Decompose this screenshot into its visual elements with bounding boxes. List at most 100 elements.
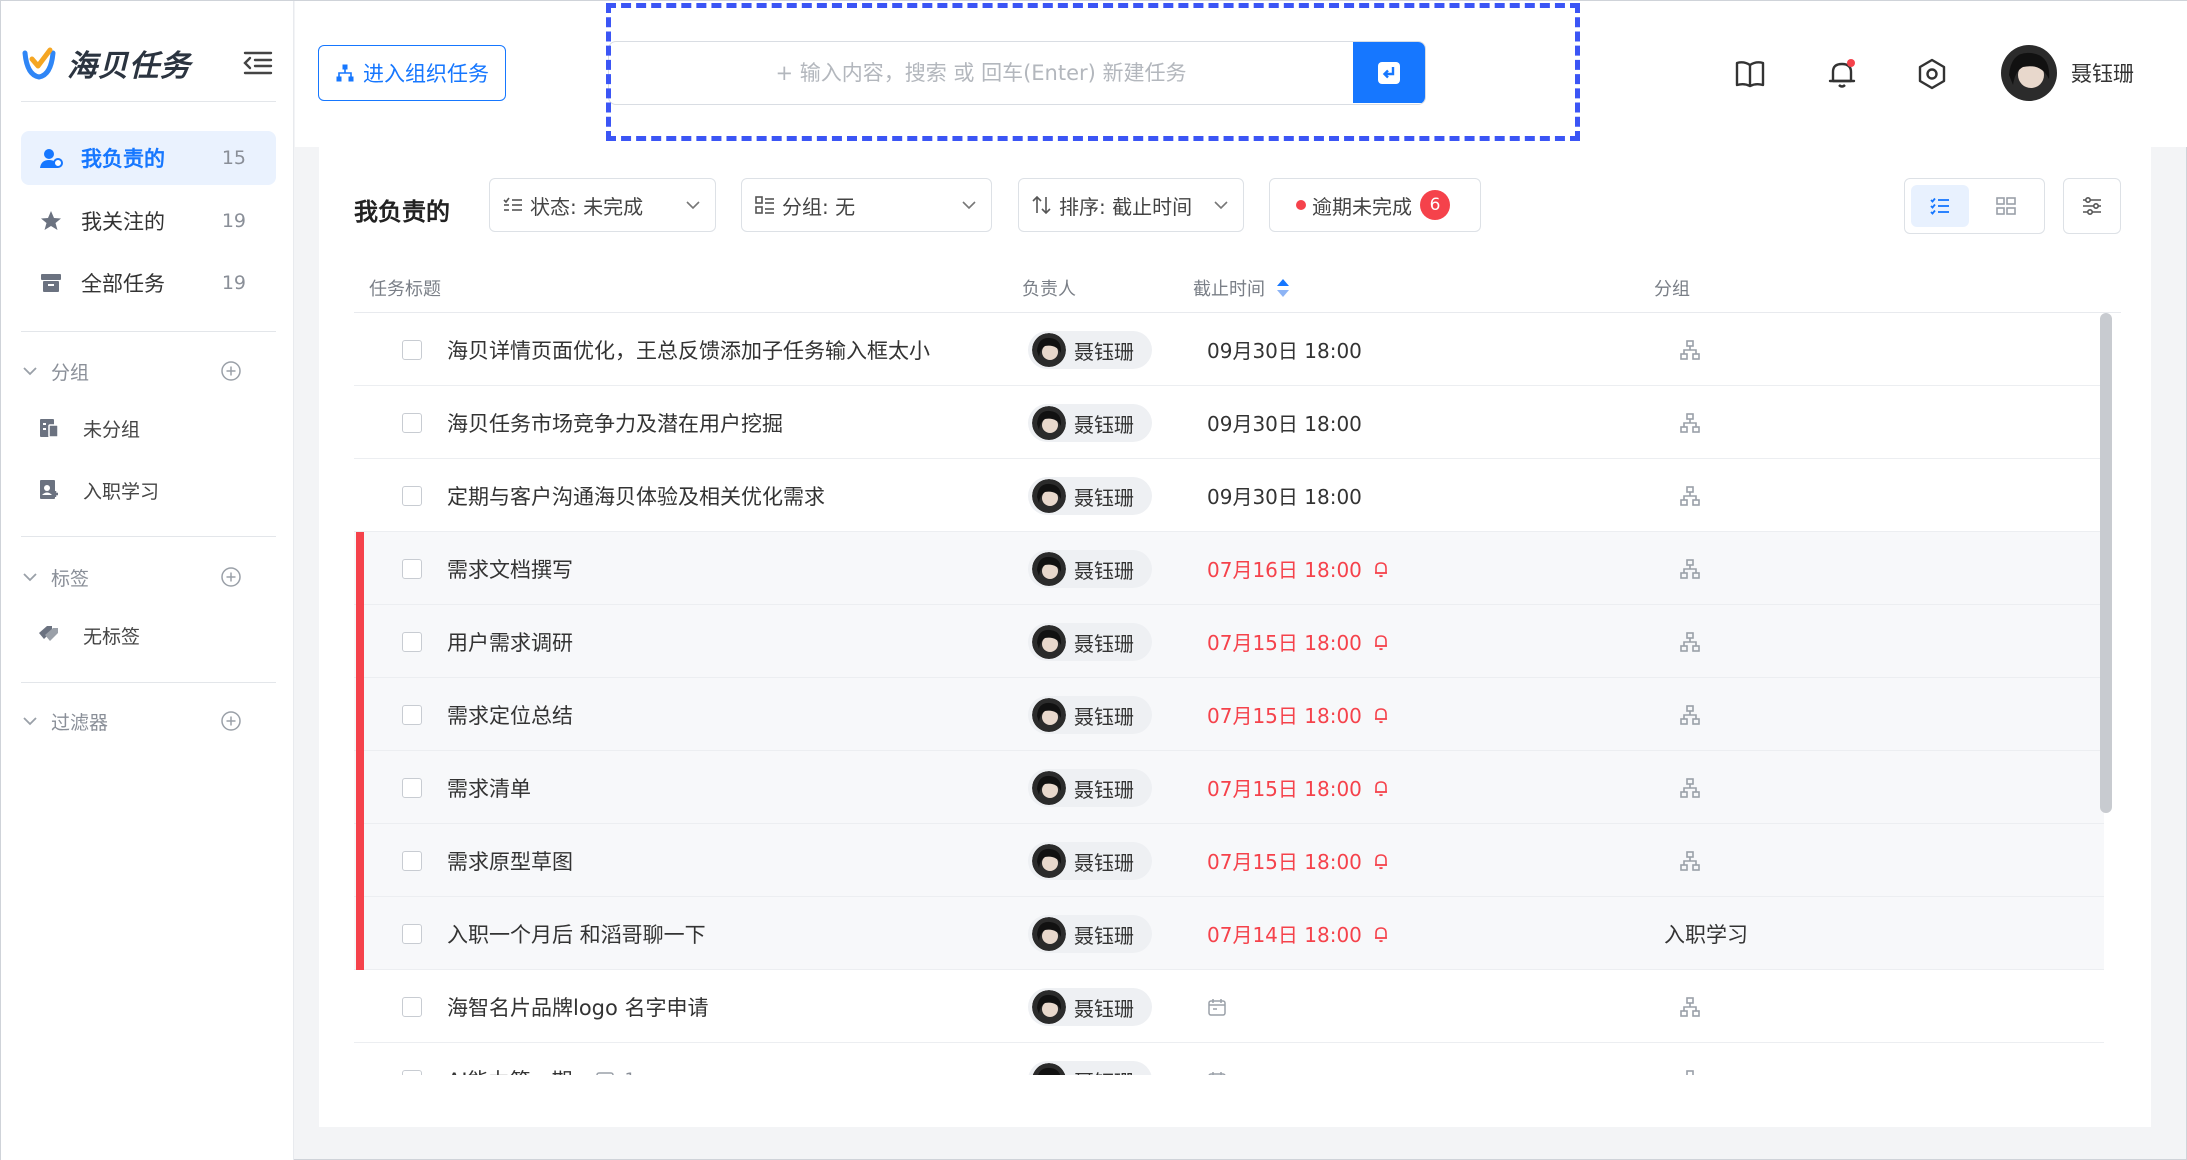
nav-my-responsible[interactable]: 我负责的 15 bbox=[21, 131, 276, 185]
due-date[interactable]: 09月30日 18:00 bbox=[1207, 313, 1362, 386]
bell-notification-icon[interactable] bbox=[1825, 57, 1859, 91]
owner-chip[interactable]: 聂钰珊 bbox=[1028, 1061, 1152, 1075]
task-title[interactable]: 需求原型草图 bbox=[447, 824, 573, 897]
task-title[interactable]: 定期与客户沟通海贝体验及相关优化需求 bbox=[447, 459, 825, 532]
search-input[interactable] bbox=[609, 42, 1353, 103]
table-row[interactable]: 需求文档撰写 聂钰珊 07月16日 18:00 bbox=[354, 532, 2104, 605]
create-task-button[interactable] bbox=[1353, 42, 1425, 103]
table-row[interactable]: 需求原型草图 聂钰珊 07月15日 18:00 bbox=[354, 824, 2104, 897]
task-title[interactable]: 用户需求调研 bbox=[447, 605, 573, 678]
task-title[interactable]: 需求文档撰写 bbox=[447, 532, 573, 605]
user-profile[interactable]: 聂钰珊 bbox=[2001, 45, 2134, 101]
group-item-onboarding[interactable]: 入职学习 bbox=[37, 470, 257, 510]
task-checkbox[interactable] bbox=[402, 632, 422, 652]
task-group[interactable] bbox=[1664, 459, 1702, 532]
task-title[interactable]: 海贝任务市场竞争力及潜在用户挖掘 bbox=[447, 386, 783, 459]
owner-chip[interactable]: 聂钰珊 bbox=[1028, 404, 1152, 442]
table-row[interactable]: 需求定位总结 聂钰珊 07月15日 18:00 bbox=[354, 678, 2104, 751]
section-groups[interactable]: 分组 bbox=[21, 353, 276, 389]
task-checkbox[interactable] bbox=[402, 997, 422, 1017]
table-row[interactable]: AI能力第一期 1 聂钰珊 bbox=[354, 1043, 2104, 1075]
task-checkbox[interactable] bbox=[402, 413, 422, 433]
collapse-sidebar-icon[interactable] bbox=[241, 47, 275, 77]
owner-chip[interactable]: 聂钰珊 bbox=[1028, 623, 1152, 661]
task-checkbox[interactable] bbox=[402, 705, 422, 725]
table-row[interactable]: 入职一个月后 和滔哥聊一下 聂钰珊 07月14日 18:00 入职学习 bbox=[354, 897, 2104, 970]
due-date[interactable]: 07月16日 18:00 bbox=[1207, 532, 1390, 605]
task-checkbox[interactable] bbox=[402, 1070, 422, 1075]
owner-chip[interactable]: 聂钰珊 bbox=[1028, 988, 1152, 1026]
section-filters[interactable]: 过滤器 bbox=[21, 703, 276, 739]
task-group[interactable] bbox=[1664, 970, 1702, 1043]
enter-org-tasks-button[interactable]: 进入组织任务 bbox=[318, 45, 506, 101]
task-checkbox[interactable] bbox=[402, 851, 422, 871]
nav-followed[interactable]: 我关注的 19 bbox=[21, 194, 276, 248]
owner-chip[interactable]: 聂钰珊 bbox=[1028, 550, 1152, 588]
board-view-button[interactable] bbox=[1977, 185, 2035, 227]
add-group-icon[interactable] bbox=[220, 360, 242, 382]
task-title[interactable]: 海智名片品牌logo 名字申请 bbox=[447, 970, 709, 1043]
table-row[interactable]: 需求清单 聂钰珊 07月15日 18:00 bbox=[354, 751, 2104, 824]
due-date-text: 09月30日 18:00 bbox=[1207, 412, 1362, 436]
group-item-ungrouped[interactable]: 未分组 bbox=[37, 408, 257, 448]
tag-item-none[interactable]: 无标签 bbox=[37, 615, 257, 655]
task-checkbox[interactable] bbox=[402, 559, 422, 579]
task-group[interactable] bbox=[1664, 313, 1702, 386]
list-view-button[interactable] bbox=[1911, 185, 1969, 227]
task-group[interactable] bbox=[1664, 386, 1702, 459]
task-title[interactable]: 入职一个月后 和滔哥聊一下 bbox=[447, 897, 706, 970]
due-date[interactable]: 07月15日 18:00 bbox=[1207, 678, 1390, 751]
sort-dropdown[interactable]: 排序: 截止时间 bbox=[1018, 178, 1244, 232]
book-icon[interactable] bbox=[1733, 57, 1767, 91]
owner-chip[interactable]: 聂钰珊 bbox=[1028, 915, 1152, 953]
task-title[interactable]: 需求定位总结 bbox=[447, 678, 573, 751]
task-group[interactable] bbox=[1664, 751, 1702, 824]
task-title[interactable]: AI能力第一期 1 bbox=[447, 1043, 635, 1075]
task-checkbox[interactable] bbox=[402, 486, 422, 506]
due-date[interactable]: 07月15日 18:00 bbox=[1207, 824, 1390, 897]
due-date[interactable]: 07月15日 18:00 bbox=[1207, 751, 1390, 824]
avatar bbox=[1032, 990, 1066, 1024]
due-date[interactable]: 07月15日 18:00 bbox=[1207, 605, 1390, 678]
task-group[interactable] bbox=[1664, 605, 1702, 678]
task-group[interactable] bbox=[1664, 678, 1702, 751]
section-tags[interactable]: 标签 bbox=[21, 559, 276, 595]
add-filter-icon[interactable] bbox=[220, 710, 242, 732]
owner-chip[interactable]: 聂钰珊 bbox=[1028, 842, 1152, 880]
table-row[interactable]: 海贝详情页面优化，王总反馈添加子任务输入框太小 聂钰珊 09月30日 18:00 bbox=[354, 313, 2104, 386]
settings-hexagon-icon[interactable] bbox=[1915, 57, 1949, 91]
task-group[interactable] bbox=[1664, 532, 1702, 605]
task-title[interactable]: 海贝详情页面优化，王总反馈添加子任务输入框太小 bbox=[447, 313, 930, 386]
overdue-filter-button[interactable]: 逾期未完成 6 bbox=[1269, 178, 1481, 232]
nav-label: 我关注的 bbox=[81, 210, 165, 234]
scrollbar[interactable] bbox=[2100, 313, 2112, 813]
sort-arrows-icon[interactable] bbox=[1275, 277, 1291, 299]
task-checkbox[interactable] bbox=[402, 924, 422, 944]
due-date[interactable]: 09月30日 18:00 bbox=[1207, 386, 1362, 459]
table-row[interactable]: 海智名片品牌logo 名字申请 聂钰珊 bbox=[354, 970, 2104, 1043]
task-group[interactable] bbox=[1664, 824, 1702, 897]
due-date[interactable] bbox=[1207, 1043, 1227, 1075]
task-group[interactable] bbox=[1664, 1043, 1702, 1075]
table-row[interactable]: 海贝任务市场竞争力及潜在用户挖掘 聂钰珊 09月30日 18:00 bbox=[354, 386, 2104, 459]
task-title[interactable]: 需求清单 bbox=[447, 751, 531, 824]
task-checkbox[interactable] bbox=[402, 340, 422, 360]
task-group[interactable]: 入职学习 bbox=[1664, 897, 1748, 970]
column-header-due[interactable]: 截止时间 bbox=[1193, 263, 1291, 313]
task-checkbox[interactable] bbox=[402, 778, 422, 798]
owner-chip[interactable]: 聂钰珊 bbox=[1028, 477, 1152, 515]
group-filter-dropdown[interactable]: 分组: 无 bbox=[741, 178, 992, 232]
due-date[interactable]: 09月30日 18:00 bbox=[1207, 459, 1362, 532]
table-row[interactable]: 用户需求调研 聂钰珊 07月15日 18:00 bbox=[354, 605, 2104, 678]
owner-chip[interactable]: 聂钰珊 bbox=[1028, 331, 1152, 369]
due-date[interactable]: 07月14日 18:00 bbox=[1207, 897, 1390, 970]
column-settings-button[interactable] bbox=[2063, 178, 2121, 234]
owner-chip[interactable]: 聂钰珊 bbox=[1028, 696, 1152, 734]
add-tag-icon[interactable] bbox=[220, 566, 242, 588]
owner-chip[interactable]: 聂钰珊 bbox=[1028, 769, 1152, 807]
status-filter-dropdown[interactable]: 状态: 未完成 bbox=[489, 178, 716, 232]
table-row[interactable]: 定期与客户沟通海贝体验及相关优化需求 聂钰珊 09月30日 18:00 bbox=[354, 459, 2104, 532]
nav-all-tasks[interactable]: 全部任务 19 bbox=[21, 256, 276, 310]
brand[interactable]: 海贝任务 bbox=[21, 41, 191, 85]
due-date[interactable] bbox=[1207, 970, 1227, 1043]
